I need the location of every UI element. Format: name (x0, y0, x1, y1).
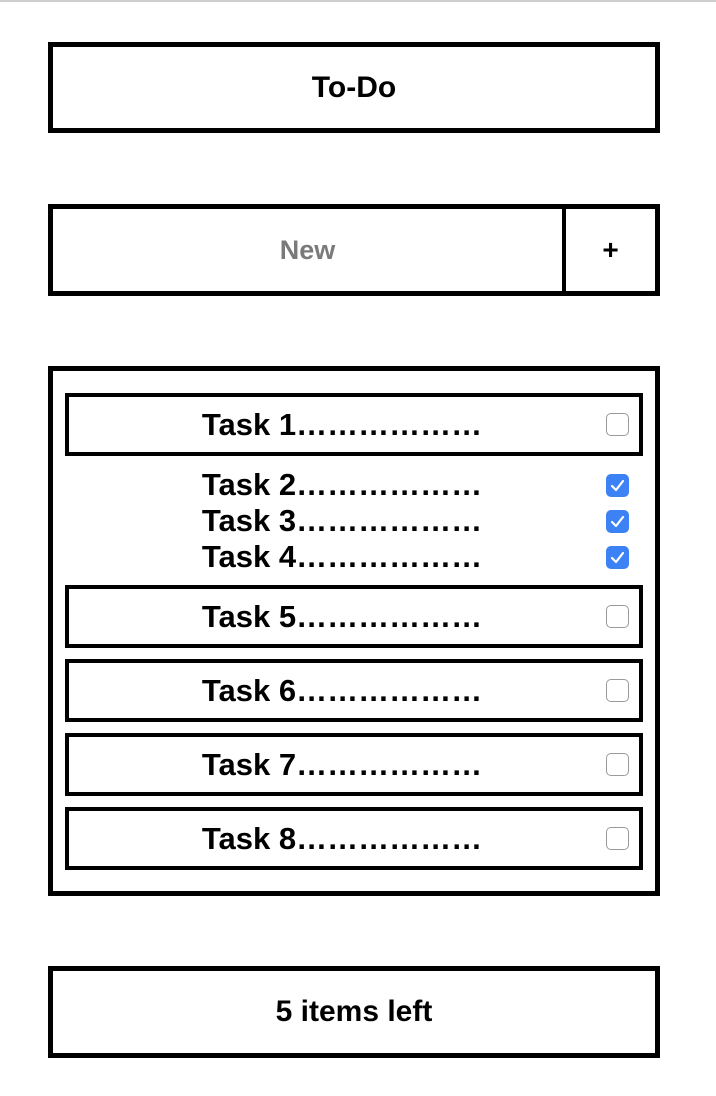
add-task-button[interactable]: + (566, 209, 655, 291)
top-divider (0, 0, 716, 2)
task-label: Task 6……………… (201, 672, 483, 708)
task-item-3: Task 3……………… (65, 503, 643, 539)
task-item-4: Task 4……………… (65, 539, 643, 575)
task-item-2: Task 2……………… (65, 467, 643, 503)
task-checkbox[interactable] (606, 679, 629, 702)
task-checkbox[interactable] (606, 509, 629, 533)
task-item-6: Task 6……………… (65, 659, 643, 722)
task-item-7: Task 7……………… (65, 733, 643, 796)
task-checkbox[interactable] (606, 545, 629, 569)
task-label: Task 8……………… (201, 820, 483, 856)
checkmark-icon (610, 479, 625, 491)
task-list: Task 1……………… Task 2……………… Task 3……………… T… (48, 366, 660, 896)
items-left-count: 5 items left (275, 995, 433, 1028)
task-item-8: Task 8……………… (65, 807, 643, 870)
task-item-5: Task 5……………… (65, 585, 643, 648)
page-title: To-Do (311, 70, 397, 104)
checkmark-icon (610, 515, 625, 527)
task-checkbox[interactable] (606, 827, 629, 850)
task-label: Task 2……………… (201, 467, 483, 502)
new-task-input[interactable] (53, 209, 566, 291)
task-checkbox[interactable] (606, 473, 629, 497)
checkmark-icon (610, 551, 625, 563)
task-item-1: Task 1……………… (65, 393, 643, 456)
task-checkbox[interactable] (606, 605, 629, 628)
task-checkbox[interactable] (606, 413, 629, 436)
task-label: Task 5……………… (201, 598, 483, 634)
header: To-Do (48, 42, 660, 133)
footer: 5 items left (48, 966, 660, 1058)
task-checkbox[interactable] (606, 753, 629, 776)
task-label: Task 4……………… (201, 539, 483, 574)
task-label: Task 1……………… (201, 406, 483, 442)
new-task-form: + (48, 204, 660, 296)
task-label: Task 3……………… (201, 503, 483, 538)
task-label: Task 7……………… (201, 746, 483, 782)
